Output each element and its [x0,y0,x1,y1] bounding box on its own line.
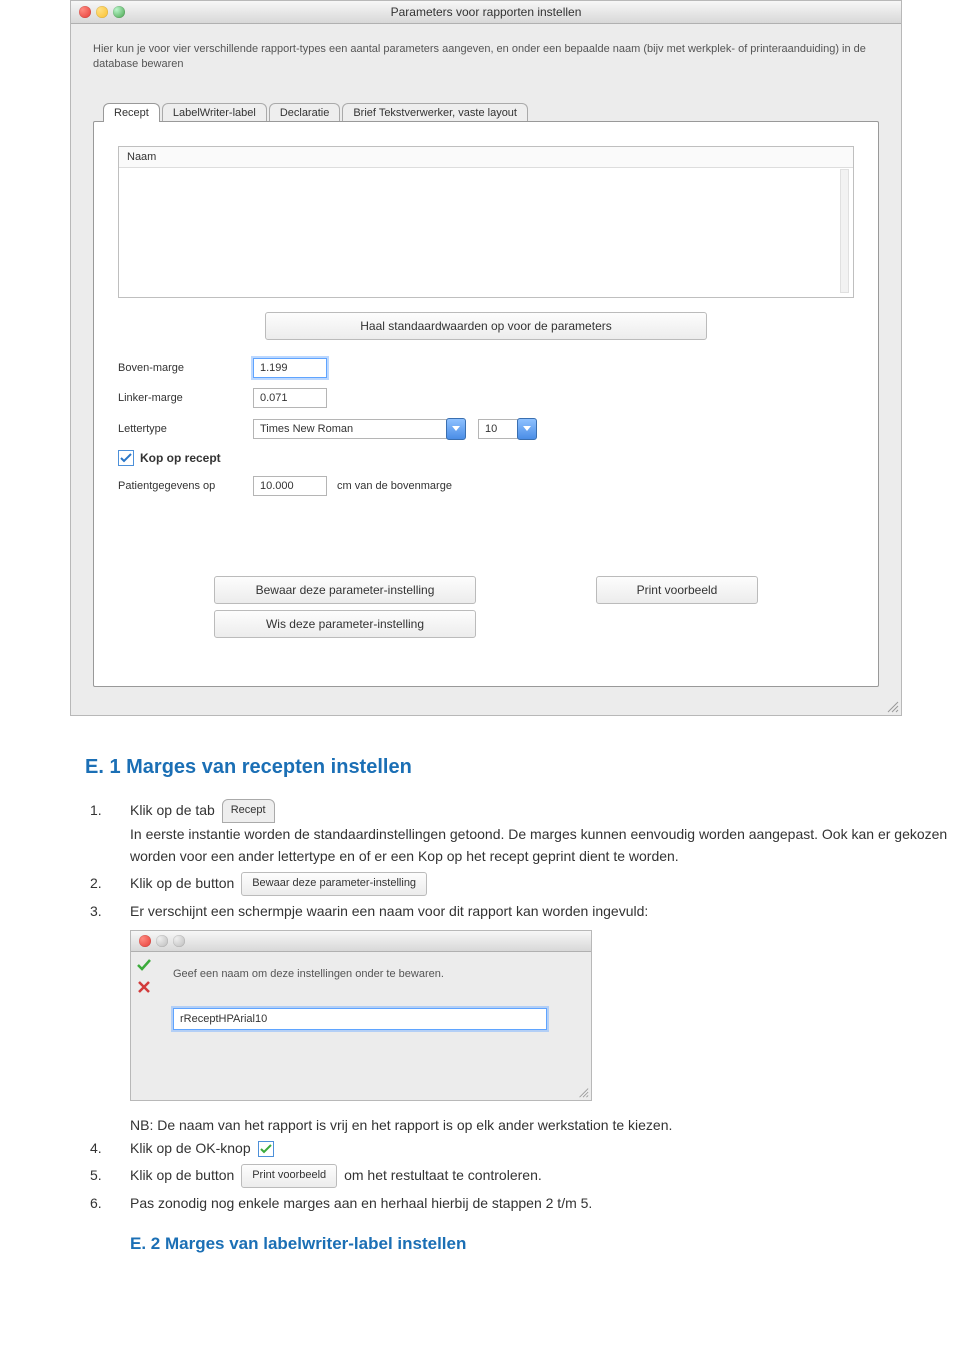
top-margin-label: Boven-marge [118,362,253,374]
tab-bar: Recept LabelWriter-label Declaratie Brie… [103,103,879,122]
check-icon [260,1144,272,1154]
dialog-message: Geef een naam om deze instellingen onder… [173,968,575,980]
print-preview-button[interactable]: Print voorbeeld [596,576,758,604]
left-margin-input[interactable]: 0.071 [253,388,327,408]
patient-data-suffix: cm van de bovenmarge [337,480,452,492]
left-margin-label: Linker-marge [118,392,253,404]
inline-ok-checkbox [258,1141,274,1157]
font-select[interactable]: Times New Roman [253,419,447,439]
step-5-text-b: om het restultaat te controleren. [344,1167,542,1183]
save-settings-button[interactable]: Bewaar deze parameter-instelling [214,576,476,604]
parameters-window: Parameters voor rapporten instellen Hier… [70,0,902,716]
inline-tab-recept: Recept [222,799,275,823]
close-icon [137,980,151,994]
inline-save-button: Bewaar deze parameter-instelling [241,872,427,896]
window-intro-text: Hier kun je voor vier verschillende rapp… [93,42,879,73]
step-6: Pas zonodig nog enkele marges aan en her… [90,1192,960,1214]
step-6-text: Pas zonodig nog enkele marges aan en her… [130,1192,592,1214]
window-title: Parameters voor rapporten instellen [71,5,901,19]
check-icon [120,453,132,463]
step-1: Klik op de tab Recept In eerste instanti… [90,799,960,868]
step-1-text-b: In eerste instantie worden de standaardi… [130,826,947,864]
header-on-recipe-checkbox[interactable] [118,450,134,466]
step-4-text: Klik op de OK-knop [130,1140,251,1156]
step-3-text: Er verschijnt een schermpje waarin een n… [130,900,648,922]
font-size-select[interactable]: 10 [478,419,518,439]
tab-declaratie[interactable]: Declaratie [269,103,341,122]
step-2-text-a: Klik op de button [130,875,234,891]
dialog-sidebar [131,952,157,1082]
load-defaults-button[interactable]: Haal standaardwaarden op voor de paramet… [265,312,707,340]
ok-button[interactable] [135,956,153,974]
step-5: Klik op de button Print voorbeeld om het… [90,1164,960,1188]
top-margin-input[interactable]: 1.199 [253,358,327,378]
chevron-down-icon [523,426,531,431]
name-dialog: Geef een naam om deze instellingen onder… [130,930,592,1101]
resize-grip-icon [577,1086,589,1098]
name-list[interactable]: Naam [118,146,854,298]
font-label: Lettertype [118,423,253,435]
minimize-icon [156,935,168,947]
step-5-text-a: Klik op de button [130,1167,234,1183]
header-on-recipe-label: Kop op recept [140,451,221,465]
chevron-down-icon [452,426,460,431]
tab-brief[interactable]: Brief Tekstverwerker, vaste layout [342,103,528,122]
name-list-header: Naam [119,147,853,168]
tab-labelwriter[interactable]: LabelWriter-label [162,103,267,122]
check-icon [136,957,152,973]
step-1-text-a: Klik op de tab [130,802,215,818]
dialog-name-input[interactable]: rReceptHPArial10 [173,1008,547,1030]
clear-settings-button[interactable]: Wis deze parameter-instelling [214,610,476,638]
inline-preview-button: Print voorbeeld [241,1164,337,1188]
step-4: Klik op de OK-knop [90,1137,960,1159]
step-3: Er verschijnt een schermpje waarin een n… [90,900,960,922]
font-size-dropdown-button[interactable] [517,418,537,440]
patient-data-label: Patientgegevens op [118,480,253,492]
patient-data-input[interactable]: 10.000 [253,476,327,496]
dialog-titlebar [131,931,591,952]
resize-grip-icon [885,699,899,713]
step-2: Klik op de button Bewaar deze parameter-… [90,872,960,896]
font-dropdown-button[interactable] [446,418,466,440]
window-titlebar: Parameters voor rapporten instellen [71,1,901,24]
cancel-button[interactable] [135,978,153,996]
zoom-icon [173,935,185,947]
resize-handle[interactable] [71,697,901,715]
tab-panel-recept: Naam Haal standaardwaarden op voor de pa… [93,121,879,687]
resize-handle[interactable] [131,1082,591,1100]
section-heading-e2: E. 2 Marges van labelwriter-label instel… [130,1234,960,1254]
tab-recept[interactable]: Recept [103,103,160,122]
nb-text: NB: De naam van het rapport is vrij en h… [130,1117,960,1133]
section-heading-e1: E. 1 Marges van recepten instellen [85,756,960,779]
close-icon[interactable] [139,935,151,947]
